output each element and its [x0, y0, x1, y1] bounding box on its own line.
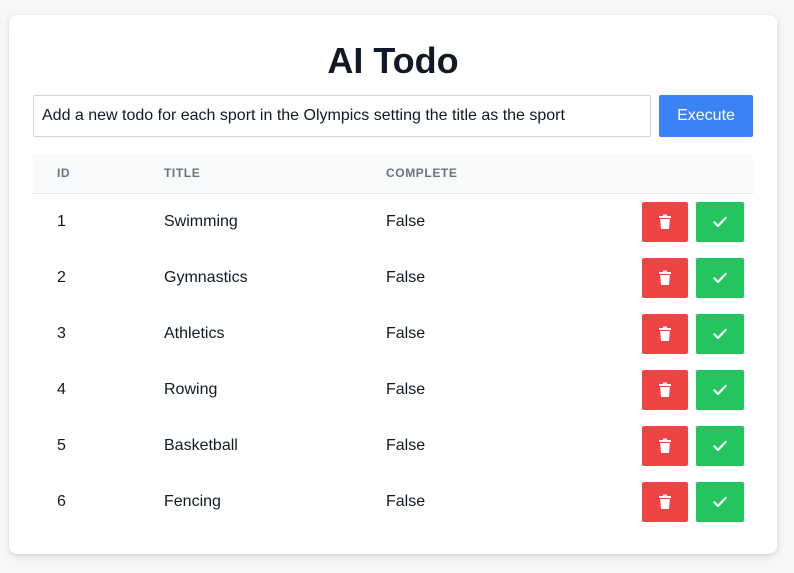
complete-button[interactable] — [696, 370, 744, 410]
todo-complete: False — [386, 325, 426, 342]
table-row: 2 Gymnastics False — [33, 250, 753, 306]
todo-card: AI Todo Execute ID TITLE COMPLETE 1 Swim… — [9, 15, 777, 554]
complete-button[interactable] — [696, 314, 744, 354]
check-icon — [713, 496, 727, 508]
trash-icon — [658, 494, 672, 510]
table-row: 1 Swimming False — [33, 194, 753, 250]
todo-complete: False — [386, 213, 426, 230]
trash-icon — [658, 214, 672, 230]
check-icon — [713, 328, 727, 340]
todo-complete: False — [386, 437, 426, 454]
todo-id: 5 — [57, 437, 66, 454]
todo-title: Swimming — [164, 213, 238, 230]
delete-button[interactable] — [642, 426, 688, 466]
delete-button[interactable] — [642, 314, 688, 354]
trash-icon — [658, 382, 672, 398]
header-complete: COMPLETE — [386, 166, 458, 180]
todo-id: 2 — [57, 269, 66, 286]
todo-title: Gymnastics — [164, 269, 248, 286]
check-icon — [713, 216, 727, 228]
todo-title: Fencing — [164, 493, 221, 510]
table-row: 3 Athletics False — [33, 306, 753, 362]
todo-complete: False — [386, 381, 426, 398]
command-input[interactable] — [33, 95, 651, 137]
delete-button[interactable] — [642, 370, 688, 410]
todo-id: 6 — [57, 493, 66, 510]
delete-button[interactable] — [642, 482, 688, 522]
header-title: TITLE — [164, 166, 201, 180]
delete-button[interactable] — [642, 202, 688, 242]
trash-icon — [658, 270, 672, 286]
trash-icon — [658, 438, 672, 454]
page-title: AI Todo — [327, 40, 459, 81]
trash-icon — [658, 326, 672, 342]
todo-title: Basketball — [164, 437, 238, 454]
execute-button[interactable]: Execute — [659, 95, 753, 137]
check-icon — [713, 272, 727, 284]
header-id: ID — [57, 166, 71, 180]
table-row: 5 Basketball False — [33, 418, 753, 474]
check-icon — [713, 384, 727, 396]
delete-button[interactable] — [642, 258, 688, 298]
todo-id: 4 — [57, 381, 66, 398]
table-header: ID TITLE COMPLETE — [33, 154, 753, 194]
complete-button[interactable] — [696, 202, 744, 242]
todo-complete: False — [386, 269, 426, 286]
todo-id: 1 — [57, 213, 66, 230]
todo-title: Athletics — [164, 325, 225, 342]
todo-id: 3 — [57, 325, 66, 342]
complete-button[interactable] — [696, 258, 744, 298]
todo-complete: False — [386, 493, 426, 510]
check-icon — [713, 440, 727, 452]
table-row: 4 Rowing False — [33, 362, 753, 418]
table-row: 6 Fencing False — [33, 474, 753, 530]
complete-button[interactable] — [696, 426, 744, 466]
complete-button[interactable] — [696, 482, 744, 522]
todo-title: Rowing — [164, 381, 218, 398]
